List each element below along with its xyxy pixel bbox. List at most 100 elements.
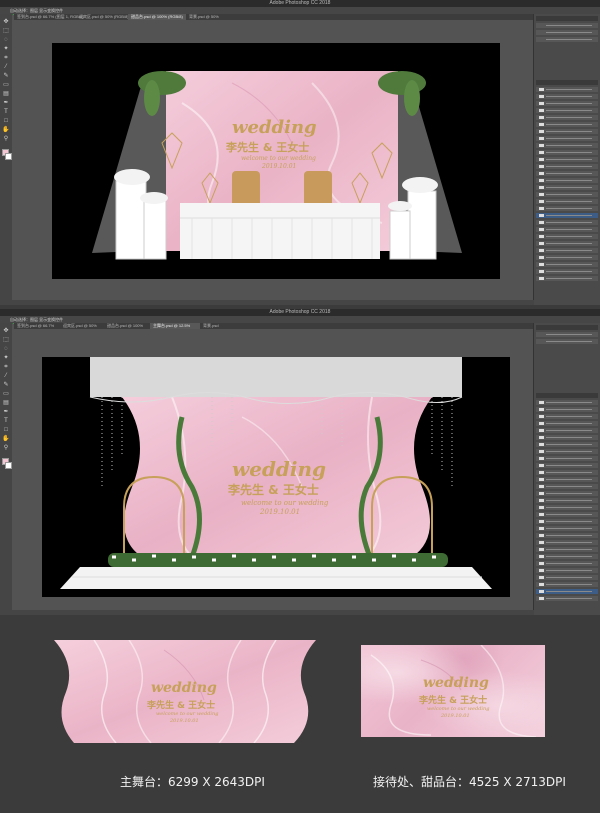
layer-row[interactable] <box>536 94 598 99</box>
layer-row[interactable] <box>536 463 598 468</box>
layer-row[interactable] <box>536 428 598 433</box>
layer-row[interactable] <box>536 115 598 120</box>
layer-row[interactable] <box>536 136 598 141</box>
layer-row[interactable] <box>536 248 598 253</box>
layer-row[interactable] <box>536 400 598 405</box>
type-tool-icon[interactable]: T <box>2 417 10 425</box>
layer-row[interactable] <box>536 484 598 489</box>
layer-row[interactable] <box>536 171 598 176</box>
hand-tool-icon[interactable]: ✋ <box>2 435 10 443</box>
layer-row[interactable] <box>536 512 598 517</box>
properties-panel-header[interactable] <box>536 325 598 330</box>
layer-row[interactable] <box>536 505 598 510</box>
layer-row[interactable] <box>536 575 598 580</box>
layer-row[interactable] <box>536 421 598 426</box>
layer-row[interactable] <box>536 199 598 204</box>
eraser-tool-icon[interactable]: ▭ <box>2 390 10 398</box>
layer-row[interactable] <box>536 540 598 545</box>
layer-row[interactable] <box>536 407 598 412</box>
layer-row[interactable] <box>536 561 598 566</box>
doc-tab[interactable]: 迎宾区.psd @ 50% (RGB/8) <box>76 14 129 20</box>
brush-tool-icon[interactable]: ✎ <box>2 381 10 389</box>
layer-row[interactable] <box>536 157 598 162</box>
layer-row[interactable] <box>536 143 598 148</box>
layer-row[interactable] <box>536 442 598 447</box>
panel-row[interactable] <box>536 23 598 28</box>
layer-row[interactable] <box>536 178 598 183</box>
options-text[interactable]: 自动选择：图层 显示变换控件 <box>10 7 63 14</box>
layer-row[interactable] <box>536 498 598 503</box>
layer-row[interactable] <box>536 122 598 127</box>
move-tool-icon[interactable]: ✥ <box>2 327 10 335</box>
magic-wand-icon[interactable]: ✦ <box>2 354 10 362</box>
layer-row[interactable] <box>536 477 598 482</box>
gradient-tool-icon[interactable]: ▤ <box>2 399 10 407</box>
eyedropper-icon[interactable]: ⁄ <box>2 63 10 71</box>
layer-row[interactable] <box>536 596 598 601</box>
layer-row[interactable] <box>536 269 598 274</box>
pen-tool-icon[interactable]: ✒ <box>2 408 10 416</box>
doc-tab-active[interactable]: 主舞台.psd @ 12.5% <box>150 323 200 329</box>
crop-tool-icon[interactable]: ⌗ <box>2 363 10 371</box>
eyedropper-icon[interactable]: ⁄ <box>2 372 10 380</box>
layer-row[interactable] <box>536 150 598 155</box>
eraser-tool-icon[interactable]: ▭ <box>2 81 10 89</box>
pen-tool-icon[interactable]: ✒ <box>2 99 10 107</box>
layer-row[interactable] <box>536 101 598 106</box>
crop-tool-icon[interactable]: ⌗ <box>2 54 10 62</box>
layer-row-selected[interactable] <box>536 213 598 218</box>
doc-tab[interactable]: 签到台.psd @ 66.7% (图层 1, RGB/8) <box>14 14 84 20</box>
layer-row[interactable] <box>536 129 598 134</box>
background-color-swatch[interactable] <box>5 153 12 160</box>
layer-row[interactable] <box>536 164 598 169</box>
layer-row[interactable] <box>536 185 598 190</box>
layer-row[interactable] <box>536 568 598 573</box>
layer-row[interactable] <box>536 220 598 225</box>
layer-row[interactable] <box>536 108 598 113</box>
layer-row[interactable] <box>536 554 598 559</box>
doc-tab[interactable]: 背景.psd <box>200 323 240 329</box>
zoom-tool-icon[interactable]: ⚲ <box>2 135 10 143</box>
type-tool-icon[interactable]: T <box>2 108 10 116</box>
layer-row[interactable] <box>536 262 598 267</box>
panel-row[interactable] <box>536 332 598 337</box>
properties-panel-header[interactable] <box>536 16 598 21</box>
move-tool-icon[interactable]: ✥ <box>2 18 10 26</box>
layer-row[interactable] <box>536 241 598 246</box>
layer-row[interactable] <box>536 547 598 552</box>
layer-row[interactable] <box>536 276 598 281</box>
layer-row[interactable] <box>536 227 598 232</box>
shape-tool-icon[interactable]: □ <box>2 117 10 125</box>
brush-tool-icon[interactable]: ✎ <box>2 72 10 80</box>
layer-row[interactable] <box>536 192 598 197</box>
layers-panel-header[interactable] <box>536 80 598 85</box>
doc-tab[interactable]: 签到台.psd @ 66.7% <box>14 323 60 329</box>
doc-tab[interactable]: 甜品台.psd @ 100% <box>104 323 150 329</box>
doc-tab-active[interactable]: 甜品台.psd @ 100% (RGB/8) <box>128 14 186 20</box>
lasso-tool-icon[interactable]: ◌ <box>2 345 10 353</box>
gradient-tool-icon[interactable]: ▤ <box>2 90 10 98</box>
layer-row[interactable] <box>536 206 598 211</box>
layer-row-selected[interactable] <box>536 589 598 594</box>
layer-row[interactable] <box>536 414 598 419</box>
layer-row[interactable] <box>536 449 598 454</box>
panel-row[interactable] <box>536 30 598 35</box>
doc-tab[interactable]: 迎宾区.psd @ 50% <box>60 323 104 329</box>
layer-row[interactable] <box>536 519 598 524</box>
layer-row[interactable] <box>536 255 598 260</box>
options-text[interactable]: 自动选择：图层 显示变换控件 <box>10 316 63 323</box>
canvas-main-stage[interactable]: wedding 李先生 & 王女士 welcome to our wedding… <box>42 357 510 597</box>
background-color-swatch[interactable] <box>5 462 12 469</box>
layers-panel-header[interactable] <box>536 393 598 398</box>
hand-tool-icon[interactable]: ✋ <box>2 126 10 134</box>
layer-row[interactable] <box>536 435 598 440</box>
doc-tab[interactable]: 背景.psd @ 50% <box>186 14 228 20</box>
zoom-tool-icon[interactable]: ⚲ <box>2 444 10 452</box>
layer-row[interactable] <box>536 582 598 587</box>
layer-row[interactable] <box>536 87 598 92</box>
layer-row[interactable] <box>536 456 598 461</box>
panel-row[interactable] <box>536 339 598 344</box>
marquee-tool-icon[interactable]: ⬚ <box>2 336 10 344</box>
layer-row[interactable] <box>536 491 598 496</box>
marquee-tool-icon[interactable]: ⬚ <box>2 27 10 35</box>
